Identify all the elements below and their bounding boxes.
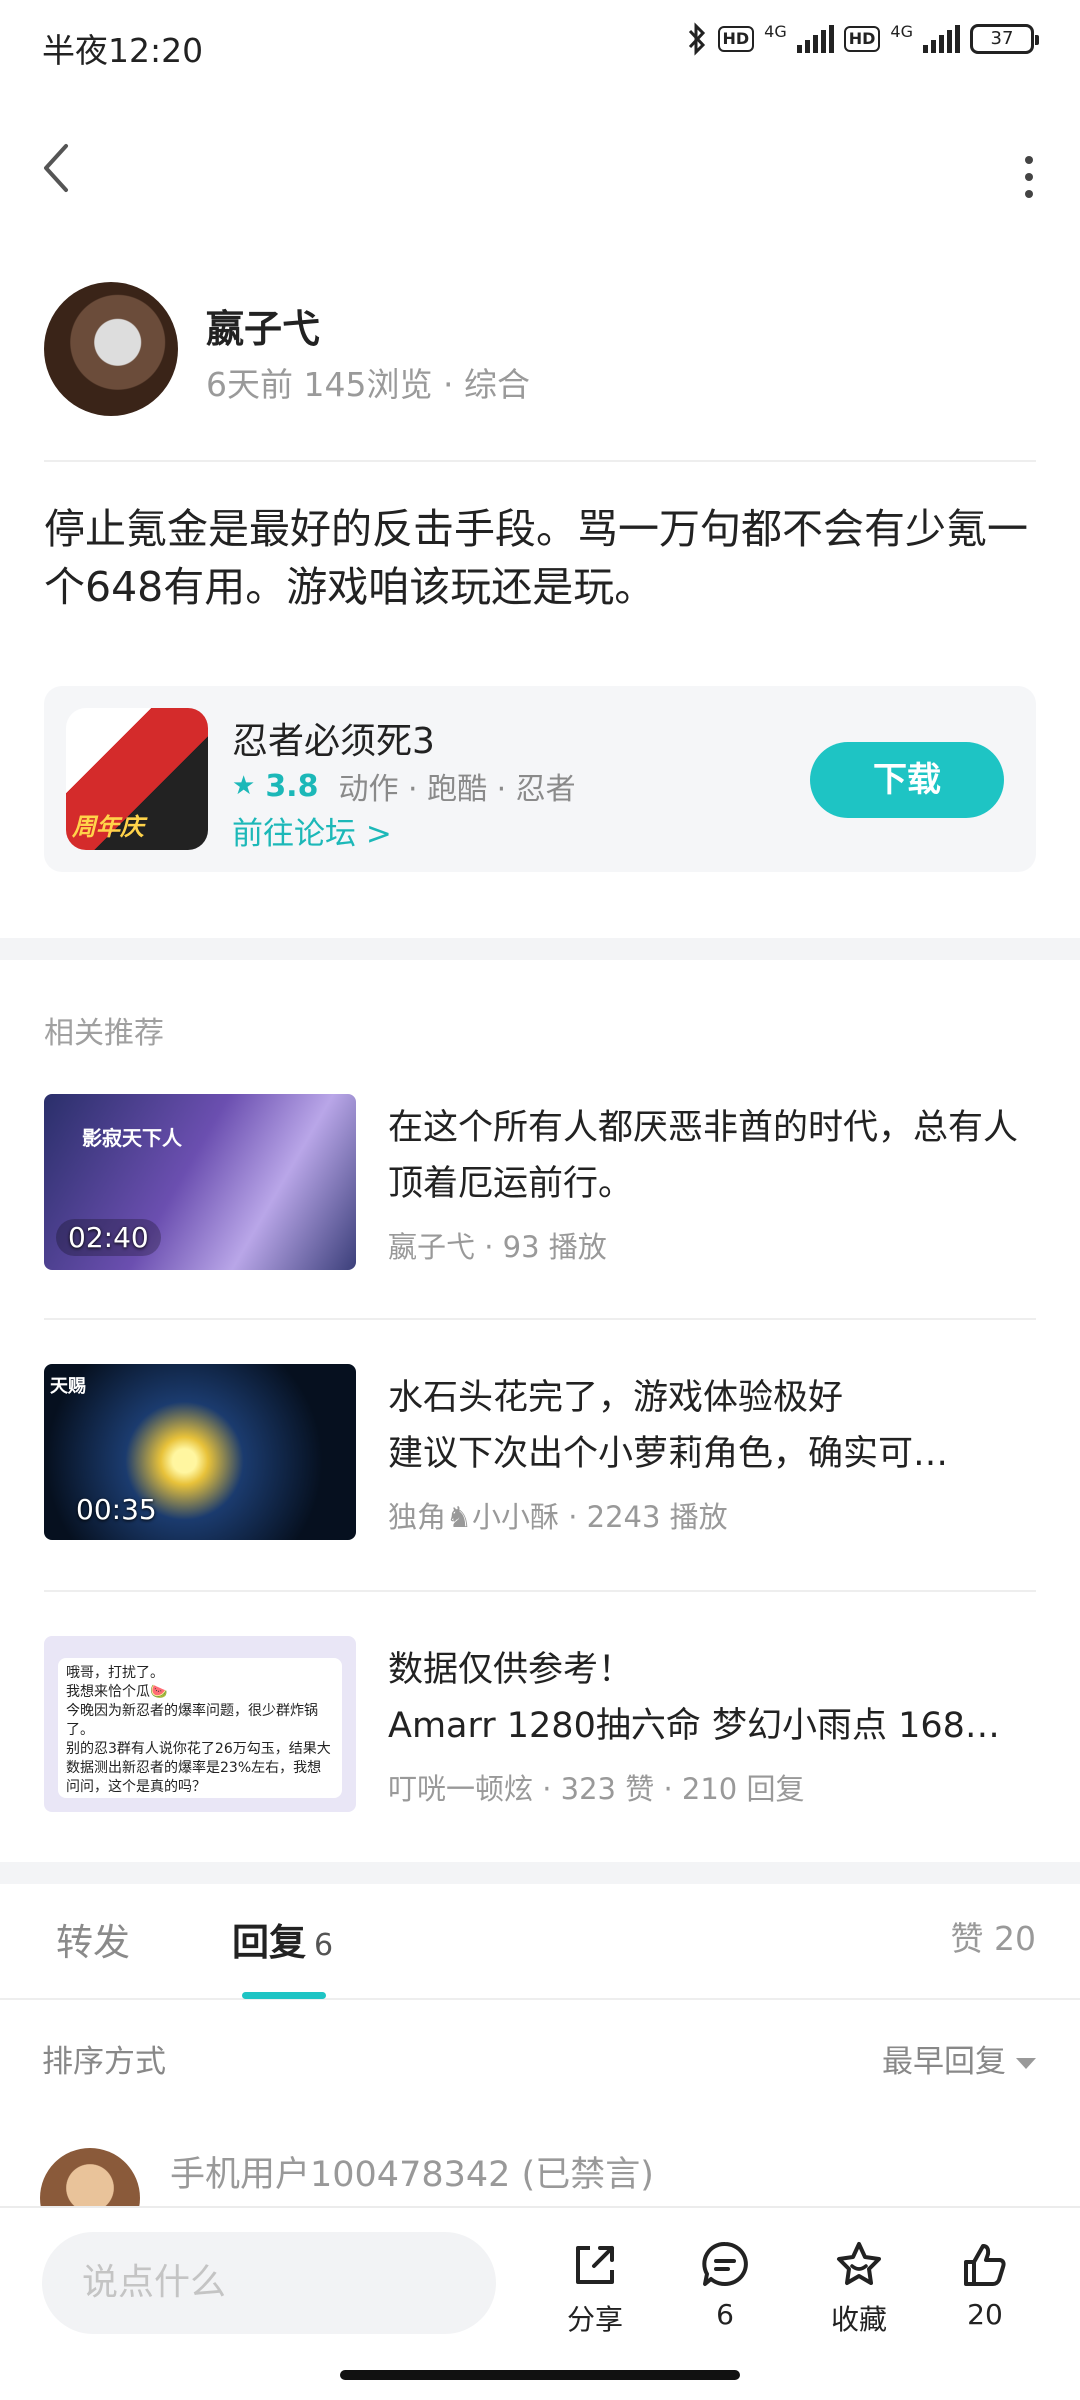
- recommendation-meta: 嬴子弋 · 93 播放: [388, 1230, 607, 1264]
- recommendation-item[interactable]: 天赐 00:35 水石头花完了，游戏体验极好 建议下次出个小萝莉角色，确实可… …: [44, 1364, 1036, 1544]
- author-name[interactable]: 嬴子弋: [206, 298, 320, 353]
- recommendation-title: 数据仅供参考！ Amarr 1280抽六命 梦幻小雨点 168…: [388, 1650, 1000, 1746]
- recommendation-title: 水石头花完了，游戏体验极好 建议下次出个小萝莉角色，确实可…: [388, 1378, 949, 1474]
- game-name: 忍者必须死3: [232, 721, 435, 762]
- sort-label: 排序方式: [42, 2044, 166, 2080]
- post-meta: 6天前 145浏览 · 综合: [206, 365, 530, 404]
- video-thumbnail: 影寂天下人 02:40: [44, 1094, 356, 1270]
- recommendations-title: 相关推荐: [44, 1016, 164, 1051]
- comment-icon: [702, 2241, 748, 2286]
- forum-link[interactable]: 前往论坛 >: [232, 808, 392, 853]
- post-content: 停止氪金是最好的反击手段。骂一万句都不会有少氪一个648有用。游戏咱该玩还是玩。: [44, 505, 1028, 611]
- like-count: 20: [967, 2298, 1003, 2331]
- comment-input[interactable]: 说点什么: [42, 2232, 496, 2334]
- recommendation-meta: 叮咣一顿炫 · 323 赞 · 210 回复: [388, 1772, 805, 1806]
- video-thumbnail: 天赐 00:35: [44, 1364, 356, 1540]
- recommendation-item[interactable]: 哦哥，打扰了。 我想来恰个瓜🍉 今晚因为新忍者的爆率问题，很少群炸锅了。 别的忍…: [44, 1636, 1036, 1816]
- tab-reply-count: 6: [314, 1928, 334, 1963]
- more-options-button[interactable]: [1014, 148, 1044, 198]
- author-avatar[interactable]: [44, 282, 178, 416]
- more-dot-icon: [1025, 173, 1033, 181]
- status-bar: 半夜12:20 HD 4G HD 4G 37: [0, 0, 1080, 90]
- download-button[interactable]: 下载: [810, 742, 1004, 818]
- like-button[interactable]: 20: [940, 2238, 1030, 2331]
- network-label-2: 4G: [890, 22, 913, 41]
- comment-button[interactable]: 6: [680, 2238, 770, 2331]
- status-icons: HD 4G HD 4G 37: [686, 22, 1039, 56]
- back-arrow-icon: [44, 144, 68, 192]
- game-icon: 周年庆: [66, 708, 208, 850]
- screenshot-thumbnail: 哦哥，打扰了。 我想来恰个瓜🍉 今晚因为新忍者的爆率问题，很少群炸锅了。 别的忍…: [44, 1636, 356, 1812]
- game-icon-badge: 周年庆: [72, 813, 144, 841]
- signal-icon-1: [796, 25, 834, 53]
- game-rating: 3.8: [265, 768, 319, 804]
- recommendation-item[interactable]: 影寂天下人 02:40 在这个所有人都厌恶非酋的时代，总有人顶着厄运前行。 嬴子…: [44, 1094, 1036, 1274]
- comment-count: 6: [716, 2298, 734, 2331]
- hd-badge-2: HD: [843, 26, 881, 52]
- sort-dropdown[interactable]: 最早回复: [882, 2036, 1036, 2081]
- thumbnail-chat-text: 哦哥，打扰了。 我想来恰个瓜🍉 今晚因为新忍者的爆率问题，很少群炸锅了。 别的忍…: [58, 1658, 342, 1798]
- divider: [44, 1590, 1036, 1592]
- favorite-label: 收藏: [830, 2303, 887, 2336]
- divider: [44, 1318, 1036, 1320]
- share-icon: [576, 2246, 614, 2284]
- section-divider: [0, 938, 1080, 960]
- more-dot-icon: [1025, 156, 1033, 164]
- thumbnail-title: 天赐: [50, 1376, 86, 1397]
- thumbnail-title: 影寂天下人: [82, 1126, 182, 1150]
- thumbs-up-icon: [964, 2244, 1006, 2286]
- divider: [44, 460, 1036, 462]
- signal-icon-2: [923, 25, 960, 53]
- battery-icon: 37: [970, 24, 1039, 54]
- tab-likes[interactable]: 赞 20: [951, 1912, 1036, 1960]
- video-duration: 02:40: [56, 1219, 161, 1256]
- more-dot-icon: [1025, 190, 1033, 198]
- game-card[interactable]: 周年庆 忍者必须死3 ★ 3.8 动作 · 跑酷 · 忍者 前往论坛 > 下载: [44, 686, 1036, 872]
- tab-reply[interactable]: 回复 6: [232, 1912, 333, 1966]
- tab-reply-label: 回复: [232, 1921, 306, 1964]
- hd-badge-1: HD: [717, 26, 755, 52]
- reply-username[interactable]: 手机用户100478342 (已禁言): [170, 2146, 654, 2197]
- home-indicator[interactable]: [340, 2370, 740, 2380]
- network-label-1: 4G: [764, 22, 787, 41]
- favorite-button[interactable]: 收藏: [814, 2238, 904, 2338]
- star-icon: ★: [232, 771, 256, 801]
- bluetooth-icon: [688, 22, 705, 56]
- star-outline-icon: [837, 2242, 881, 2285]
- share-label: 分享: [566, 2303, 623, 2336]
- video-duration: 00:35: [76, 1493, 157, 1526]
- recommendation-meta: 独角♞小小酥 · 2243 播放: [388, 1500, 728, 1534]
- comment-tabs: 转发 回复 6 赞 20: [0, 1884, 1080, 2000]
- back-button[interactable]: [36, 140, 86, 200]
- section-divider: [0, 1862, 1080, 1884]
- tab-forward[interactable]: 转发: [56, 1912, 130, 1966]
- active-tab-indicator: [242, 1992, 326, 1999]
- game-tags: 动作 · 跑酷 · 忍者: [338, 772, 576, 807]
- share-button[interactable]: 分享: [550, 2238, 640, 2338]
- recommendation-title: 在这个所有人都厌恶非酋的时代，总有人顶着厄运前行。: [388, 1108, 1019, 1204]
- game-meta: ★ 3.8 动作 · 跑酷 · 忍者: [232, 764, 576, 808]
- status-time: 半夜12:20: [42, 31, 204, 70]
